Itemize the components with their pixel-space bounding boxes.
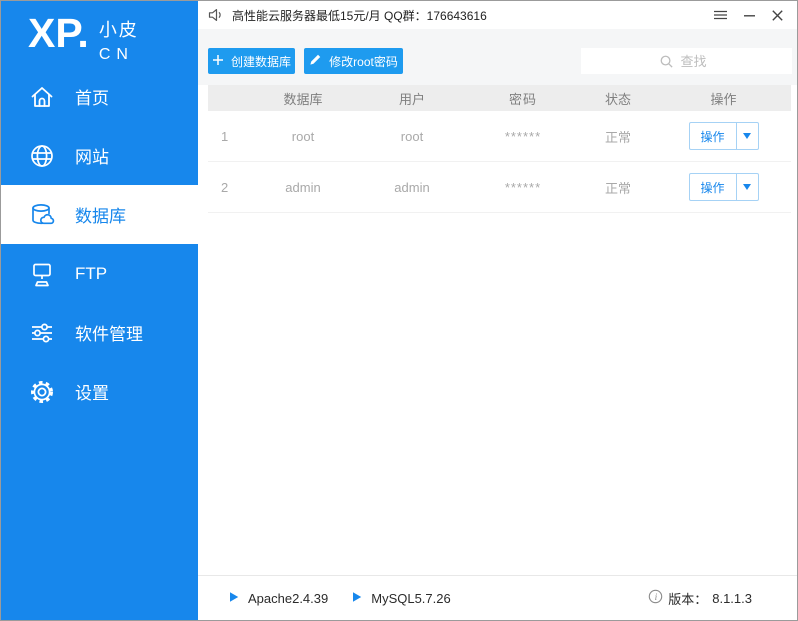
- sidebar-item-label: 首页: [75, 84, 109, 109]
- network-icon: [28, 260, 56, 288]
- sliders-icon: [28, 319, 56, 347]
- sidebar-item-ftp[interactable]: FTP: [1, 244, 198, 303]
- create-database-label: 创建数据库: [231, 53, 291, 70]
- row-action-label: 操作: [690, 123, 736, 149]
- globe-icon: [28, 142, 56, 170]
- row-action-dropdown[interactable]: [736, 123, 758, 149]
- database-table: 1 root root ****** 正常 操作 2 admin adm: [208, 111, 791, 213]
- window-controls: [712, 1, 785, 29]
- service-apache-label: Apache2.4.39: [248, 591, 328, 606]
- table-header-database: 数据库: [248, 89, 358, 108]
- sidebar-item-home[interactable]: 首页: [1, 67, 198, 126]
- minimize-icon[interactable]: [742, 8, 757, 23]
- row-database: admin: [248, 180, 358, 195]
- row-index: 2: [208, 180, 248, 195]
- logo-sub-bottom: CN: [99, 46, 139, 64]
- sidebar-menu: 首页 网站: [1, 67, 198, 421]
- version-value: 8.1.1.3: [712, 591, 752, 606]
- main-panel: 高性能云服务器最低15元/月 QQ群：176643616 创建数据库: [198, 1, 797, 620]
- sidebar-item-label: 软件管理: [75, 320, 143, 345]
- row-status: 正常: [580, 127, 656, 146]
- sidebar-item-software[interactable]: 软件管理: [1, 303, 198, 362]
- search-icon: [659, 54, 674, 69]
- info-icon: i: [648, 589, 663, 607]
- row-action-button[interactable]: 操作: [689, 173, 759, 201]
- gear-icon: [28, 378, 56, 406]
- sidebar: XP. 小皮 CN 首页: [1, 1, 198, 620]
- logo-subtext: 小皮 CN: [89, 11, 139, 64]
- table-header-user: 用户: [358, 89, 466, 108]
- service-mysql-label: MySQL5.7.26: [371, 591, 451, 606]
- sidebar-item-settings[interactable]: 设置: [1, 362, 198, 421]
- row-action-button[interactable]: 操作: [689, 122, 759, 150]
- row-password: ******: [466, 180, 580, 195]
- database-icon: [28, 201, 56, 229]
- version-info: i 版本： 8.1.1.3: [648, 589, 752, 608]
- speaker-icon: [207, 7, 223, 23]
- logo-main-text: XP.: [28, 11, 89, 56]
- service-apache[interactable]: Apache2.4.39: [228, 591, 328, 606]
- row-user: admin: [358, 180, 466, 195]
- home-icon: [28, 83, 56, 111]
- sidebar-item-label: 设置: [75, 379, 109, 404]
- play-icon: [351, 591, 363, 606]
- chevron-down-icon: [743, 133, 751, 139]
- app-logo: XP. 小皮 CN: [1, 1, 198, 64]
- row-action-label: 操作: [690, 174, 736, 200]
- toolbar: 创建数据库 修改root密码: [198, 29, 797, 85]
- table-header-action: 操作: [656, 89, 791, 108]
- search-box: [581, 48, 792, 74]
- sidebar-item-label: 数据库: [75, 202, 126, 227]
- modify-root-password-label: 修改root密码: [329, 53, 398, 70]
- table-row: 2 admin admin ****** 正常 操作: [208, 162, 791, 213]
- row-database: root: [248, 129, 358, 144]
- play-icon: [228, 591, 240, 606]
- sidebar-item-website[interactable]: 网站: [1, 126, 198, 185]
- row-index: 1: [208, 129, 248, 144]
- titlebar: 高性能云服务器最低15元/月 QQ群：176643616: [198, 1, 797, 29]
- search-input[interactable]: [581, 48, 792, 74]
- sidebar-item-label: 网站: [75, 143, 109, 168]
- logo-sub-top: 小皮: [99, 16, 139, 42]
- plus-icon: [212, 54, 224, 69]
- create-database-button[interactable]: 创建数据库: [208, 48, 295, 74]
- modify-root-password-button[interactable]: 修改root密码: [304, 48, 403, 74]
- row-action-dropdown[interactable]: [736, 174, 758, 200]
- announcement-text: 高性能云服务器最低15元/月 QQ群：176643616: [232, 7, 487, 24]
- table-header-password: 密码: [466, 89, 580, 108]
- table-row: 1 root root ****** 正常 操作: [208, 111, 791, 162]
- svg-text:i: i: [655, 593, 658, 603]
- pencil-icon: [309, 53, 322, 69]
- row-status: 正常: [580, 178, 656, 197]
- table-header-status: 状态: [580, 89, 656, 108]
- version-label: 版本：: [668, 589, 707, 608]
- service-mysql[interactable]: MySQL5.7.26: [351, 591, 451, 606]
- sidebar-item-database[interactable]: 数据库: [1, 185, 198, 244]
- status-bar: Apache2.4.39 MySQL5.7.26 i 版本： 8.1.1.3: [198, 575, 797, 620]
- app-window: XP. 小皮 CN 首页: [0, 0, 798, 621]
- table-header-row: 数据库 用户 密码 状态 操作: [208, 85, 791, 111]
- close-icon[interactable]: [770, 8, 785, 23]
- row-user: root: [358, 129, 466, 144]
- chevron-down-icon: [743, 184, 751, 190]
- row-password: ******: [466, 129, 580, 144]
- menu-icon[interactable]: [712, 7, 729, 23]
- sidebar-item-label: FTP: [75, 264, 107, 284]
